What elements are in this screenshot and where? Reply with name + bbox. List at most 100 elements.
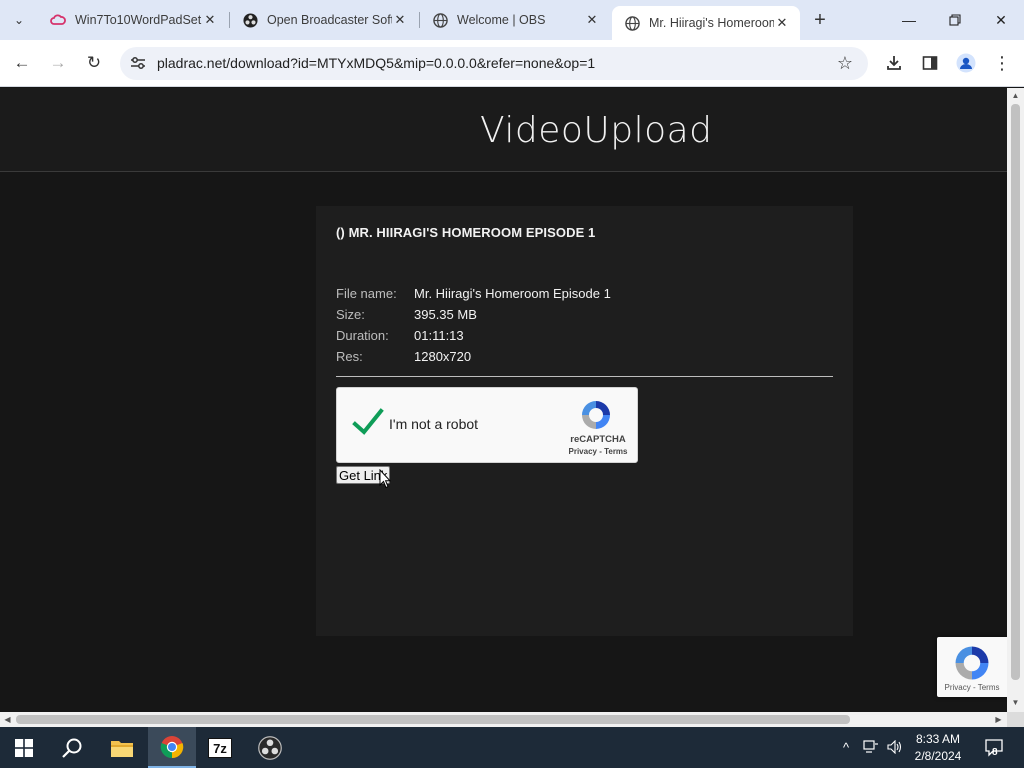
7zip-icon: 7z — [208, 737, 232, 758]
page-viewport: VideoUpload () MR. HIIRAGI'S HOMEROOM EP… — [0, 88, 1007, 712]
7zip-label: 7z — [213, 741, 227, 756]
close-icon: ✕ — [995, 11, 1007, 28]
recaptcha-label: I'm not a robot — [389, 416, 479, 432]
obs-icon — [258, 735, 282, 760]
start-icon — [15, 738, 33, 757]
info-row-size: Size: 395.35 MB — [336, 304, 611, 325]
tab-title: Mr. Hiiragi's Homeroom — [649, 16, 774, 30]
side-panel-icon[interactable] — [917, 50, 943, 76]
network-icon[interactable] — [861, 737, 881, 757]
url-text[interactable]: pladrac.net/download?id=MTYxMDQ5&mip=0.0… — [157, 55, 595, 71]
address-bar[interactable]: pladrac.net/download?id=MTYxMDQ5&mip=0.0… — [120, 47, 868, 80]
tab-welcome-obs[interactable]: Welcome | OBS ✕ — [420, 6, 610, 34]
info-row-filename: File name: Mr. Hiiragi's Homeroom Episod… — [336, 283, 611, 304]
reload-button[interactable]: ↻ — [80, 49, 108, 77]
scrollbar-corner — [1007, 712, 1024, 727]
recaptcha-checkbox[interactable] — [351, 406, 385, 440]
mouse-cursor-icon — [379, 469, 391, 489]
minimize-icon: — — [902, 12, 916, 28]
tab-title: Open Broadcaster Soft — [267, 13, 392, 27]
taskbar-7zip[interactable]: 7z — [196, 727, 244, 768]
download-card: () MR. HIIRAGI'S HOMEROOM EPISODE 1 File… — [316, 206, 853, 636]
info-label: Duration: — [336, 328, 389, 343]
volume-icon[interactable] — [885, 737, 905, 757]
notification-count: 8 — [992, 747, 998, 758]
tab-title: Welcome | OBS — [457, 13, 546, 27]
info-value: 01:11:13 — [414, 328, 464, 343]
windows-taskbar: 7z ^ 8:33 AM 2/8/2024 8 — [0, 727, 1024, 768]
vertical-scrollbar[interactable]: ▲ ▼ — [1007, 88, 1024, 712]
divider — [336, 376, 833, 377]
taskbar-chrome[interactable] — [148, 727, 196, 768]
site-logo[interactable]: VideoUpload — [480, 110, 713, 151]
info-label: Res: — [336, 349, 363, 364]
site-header: VideoUpload — [0, 88, 1007, 172]
horizontal-scroll-thumb[interactable] — [16, 715, 850, 724]
scroll-down-arrow-icon[interactable]: ▼ — [1011, 698, 1020, 707]
info-row-resolution: Res: 1280x720 — [336, 346, 611, 367]
scroll-left-arrow-icon[interactable]: ◀ — [3, 715, 12, 724]
chrome-icon — [160, 735, 184, 758]
tab-title: Win7To10WordPadSet — [75, 13, 202, 27]
back-button[interactable]: ← — [8, 49, 36, 77]
recaptcha-widget: I'm not a robot reCAPTCHA Privacy - Term… — [336, 387, 638, 463]
menu-kebab-icon[interactable]: ⋮ — [989, 50, 1015, 76]
arrow-right-icon: → — [49, 53, 67, 72]
site-settings-icon[interactable] — [128, 53, 148, 73]
clock-date: 2/8/2024 — [914, 749, 962, 763]
download-icon[interactable] — [881, 50, 907, 76]
tab-wordpad[interactable]: Win7To10WordPadSet ✕ — [38, 6, 228, 34]
video-title: () MR. HIIRAGI'S HOMEROOM EPISODE 1 — [336, 225, 596, 240]
recaptcha-links[interactable]: Privacy - Terms — [561, 447, 635, 456]
vertical-scroll-thumb[interactable] — [1011, 104, 1020, 680]
tab-strip: ⌄ Win7To10WordPadSet ✕ Open Broadcaster … — [0, 0, 1024, 40]
cloud-icon — [50, 12, 66, 28]
new-tab-button[interactable]: + — [808, 8, 832, 32]
info-value: 1280x720 — [414, 349, 472, 364]
file-info: File name: Mr. Hiiragi's Homeroom Episod… — [336, 283, 611, 367]
scroll-right-arrow-icon[interactable]: ▶ — [994, 715, 1003, 724]
close-icon[interactable]: ✕ — [392, 12, 408, 28]
recaptcha-badge-links[interactable]: Privacy - Terms — [937, 683, 1007, 692]
forward-button[interactable]: → — [44, 49, 72, 77]
restore-button[interactable] — [932, 0, 978, 40]
taskbar-search-button[interactable] — [48, 727, 96, 768]
bookmark-star-icon[interactable]: ☆ — [834, 52, 856, 74]
chevron-down-icon: ⌄ — [13, 13, 25, 27]
obs-icon — [242, 12, 258, 28]
recaptcha-logo-icon — [579, 398, 613, 432]
recaptcha-logo-icon — [952, 643, 992, 683]
recaptcha-badge[interactable]: Privacy - Terms — [937, 637, 1007, 697]
reload-icon: ↻ — [86, 53, 102, 72]
scroll-up-arrow-icon[interactable]: ▲ — [1011, 91, 1020, 100]
clock-time: 8:33 AM — [915, 732, 961, 746]
horizontal-scrollbar[interactable]: ◀ ▶ — [0, 712, 1007, 727]
search-icon — [62, 738, 82, 758]
close-window-button[interactable]: ✕ — [978, 0, 1024, 40]
tray-chevron-up-icon[interactable]: ^ — [836, 737, 856, 757]
close-icon[interactable]: ✕ — [774, 15, 790, 31]
info-row-duration: Duration: 01:11:13 — [336, 325, 611, 346]
info-value: Mr. Hiiragi's Homeroom Episode 1 — [414, 286, 611, 301]
globe-icon — [432, 12, 448, 28]
recaptcha-brand: reCAPTCHA — [570, 434, 626, 445]
tab-obs-project[interactable]: Open Broadcaster Soft ✕ — [230, 6, 418, 34]
close-icon[interactable]: ✕ — [202, 12, 218, 28]
info-value: 395.35 MB — [414, 307, 477, 322]
arrow-left-icon: ← — [13, 53, 31, 72]
start-button[interactable] — [0, 727, 48, 768]
tab-search-button[interactable]: ⌄ — [7, 8, 31, 32]
taskbar-file-explorer[interactable] — [98, 727, 146, 768]
checkmark-icon — [352, 408, 384, 435]
info-label: File name: — [336, 286, 397, 301]
minimize-button[interactable]: — — [886, 0, 932, 40]
file-explorer-icon — [111, 740, 133, 757]
tab-homeroom[interactable]: Mr. Hiiragi's Homeroom ✕ — [612, 6, 800, 40]
info-label: Size: — [336, 307, 365, 322]
taskbar-obs[interactable] — [246, 727, 294, 768]
browser-toolbar: ← → ↻ pladrac.net/download?id=MTYxMDQ5&m… — [0, 40, 1024, 87]
close-icon[interactable]: ✕ — [584, 12, 600, 28]
taskbar-clock[interactable]: 8:33 AM 2/8/2024 — [906, 731, 970, 765]
profile-avatar-icon[interactable] — [953, 50, 979, 76]
restore-icon — [949, 14, 961, 26]
